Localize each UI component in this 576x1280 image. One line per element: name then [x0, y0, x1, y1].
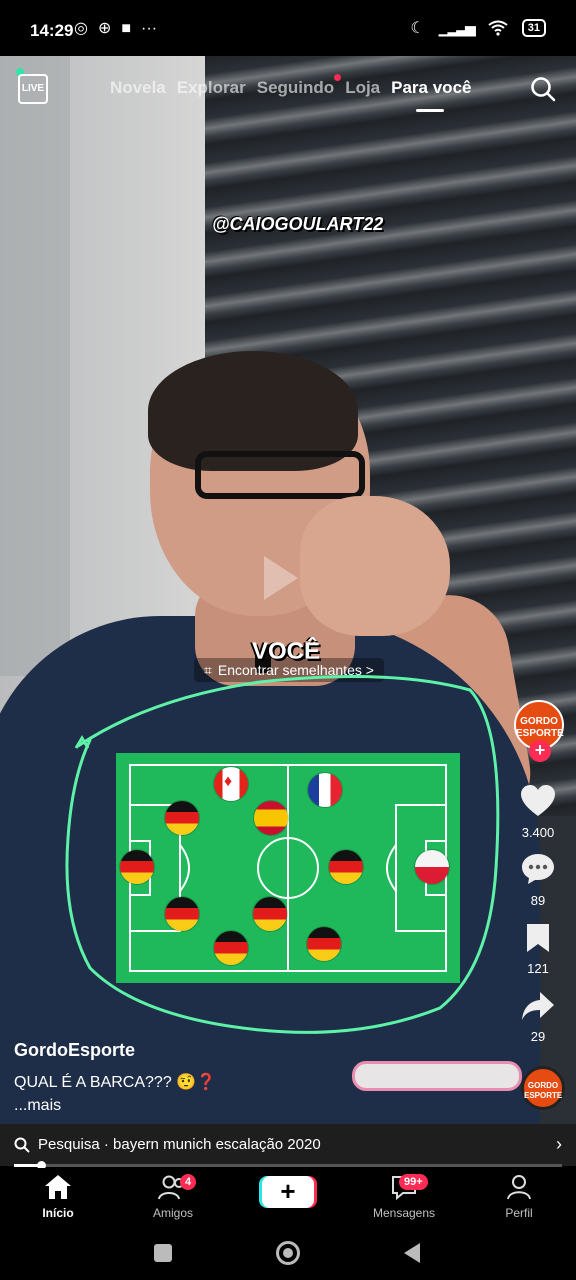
person-glasses — [195, 451, 365, 499]
tab-seguindo-label: Seguindo — [256, 78, 335, 97]
heart-icon — [521, 785, 555, 816]
save-count: 121 — [527, 961, 549, 976]
status-bar: 14:29 ◎ ⊕ ■ ··· ☾ ▁▂▃▅ 31 — [0, 0, 576, 56]
post-author[interactable]: GordoEsporte — [14, 1040, 135, 1061]
signal-icon: ▁▂▃▅ — [438, 19, 476, 36]
recents-icon[interactable] — [154, 1244, 172, 1262]
moon-icon: ☾ — [410, 20, 425, 37]
tab-para-voce[interactable]: Para você — [391, 78, 471, 112]
tab-loja[interactable]: Loja — [345, 78, 380, 98]
game-controller — [352, 1061, 522, 1091]
home-circle-icon[interactable] — [276, 1241, 300, 1265]
home-icon — [45, 1175, 71, 1199]
create-button[interactable]: + — [262, 1176, 314, 1208]
back-triangle-icon[interactable] — [404, 1243, 420, 1263]
whatsapp-icon: ◎ — [74, 20, 88, 37]
person-hand — [300, 496, 450, 636]
game-controller-icon: ⊕ — [97, 20, 112, 37]
comment-button[interactable]: 89 — [508, 852, 568, 908]
search-icon[interactable] — [530, 76, 556, 102]
more-dots-icon: ··· — [141, 20, 158, 37]
profile-icon — [507, 1175, 531, 1200]
more-link[interactable]: ...mais — [14, 1097, 61, 1115]
system-navigation — [0, 1228, 576, 1280]
nav-profile[interactable]: Perfil — [474, 1174, 564, 1220]
share-button[interactable]: 29 — [508, 990, 568, 1044]
follow-button[interactable]: + — [529, 740, 551, 762]
nav-inbox[interactable]: 99+ Mensagens — [359, 1174, 449, 1220]
wifi-icon — [488, 20, 508, 36]
playback-progress-bar[interactable] — [14, 1161, 562, 1170]
nav-friends-label: Amigos — [152, 1206, 193, 1220]
like-count: 3.400 — [521, 825, 555, 840]
tab-seguindo[interactable]: Seguindo — [256, 74, 342, 98]
nav-friends[interactable]: 4 Amigos — [128, 1174, 218, 1220]
feed-tabs: Novela Explorar Seguindo Loja Para você — [110, 74, 471, 112]
inbox-badge: 99+ — [399, 1174, 428, 1190]
live-button[interactable]: LIVE — [18, 74, 48, 104]
bookmark-icon — [527, 924, 549, 952]
nav-home-label: Início — [42, 1206, 74, 1220]
stop-square-icon: ■ — [121, 20, 132, 37]
search-suggestion: Pesquisa · bayern munich escalação 2020 — [14, 1136, 321, 1153]
sound-disc[interactable]: GORDO ESPORTE — [521, 1066, 565, 1110]
share-arrow-icon — [522, 992, 554, 1020]
status-time: 14:29 — [30, 21, 74, 40]
new-content-dot — [334, 74, 342, 81]
nav-profile-label: Perfil — [505, 1206, 533, 1220]
chevron-right-icon: › — [556, 1134, 562, 1154]
status-system-icons: ☾ ▁▂▃▅ 31 — [410, 18, 546, 38]
search-suggestion-bar[interactable]: Pesquisa · bayern munich escalação 2020 … — [0, 1124, 576, 1166]
tab-novela[interactable]: Novela — [110, 78, 166, 98]
background-door — [0, 56, 70, 676]
save-button[interactable]: 121 — [508, 922, 568, 976]
friends-badge: 4 — [180, 1174, 197, 1190]
nav-home[interactable]: Início — [13, 1174, 103, 1220]
bottom-navigation: Início 4 Amigos + 99+ Mensagens Perfil — [0, 1168, 576, 1228]
play-icon[interactable] — [264, 556, 298, 600]
comment-count: 89 — [530, 893, 546, 908]
share-count: 29 — [530, 1029, 546, 1044]
search-icon — [14, 1137, 30, 1153]
like-button[interactable]: 3.400 — [508, 784, 568, 840]
post-description: QUAL É A BARCA??? 🤨❓ — [14, 1074, 216, 1091]
search-suggestion-text: Pesquisa · bayern munich escalação 2020 — [38, 1136, 321, 1153]
nav-inbox-label: Mensagens — [372, 1206, 436, 1220]
top-navigation: LIVE Novela Explorar Seguindo Loja Para … — [0, 66, 576, 116]
battery-icon: 31 — [521, 19, 546, 37]
status-notification-icons: ◎ ⊕ ■ ··· — [74, 19, 157, 39]
video-watermark: @CAIOGOULART22 — [212, 214, 384, 234]
hand-drawn-circle — [65, 675, 500, 1034]
tab-explorar[interactable]: Explorar — [177, 78, 246, 98]
comment-icon — [522, 854, 554, 884]
